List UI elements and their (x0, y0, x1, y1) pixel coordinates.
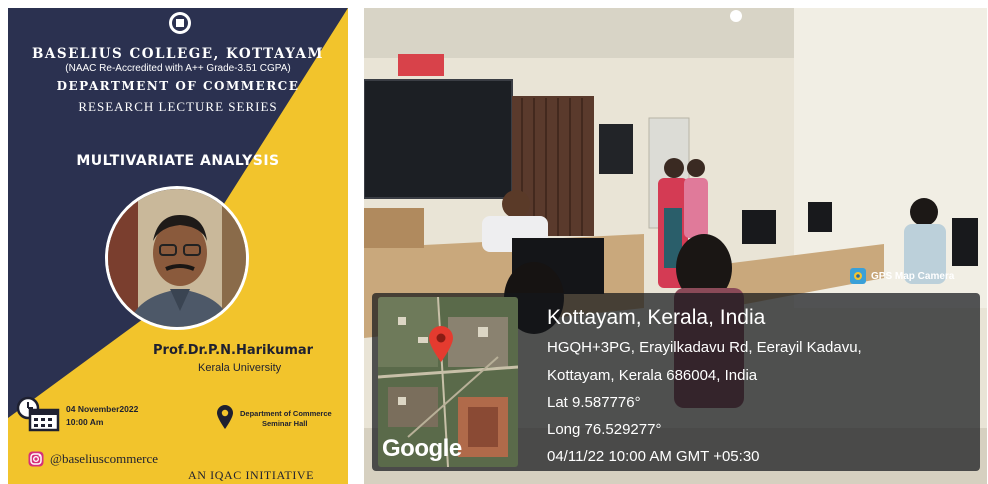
address-line-1: HGQH+3PG, Erayilkadavu Rd, Eerayil Kadav… (547, 339, 862, 356)
address-line-2: Kottayam, Kerala 686004, India (547, 367, 758, 384)
venue-line-1: Department of Commerce (240, 409, 332, 418)
gps-camera-label: GPS Map Camera (871, 270, 955, 282)
gps-camera-badge: GPS Map Camera (850, 268, 954, 284)
location-map: Google (378, 297, 518, 467)
event-time: 10:00 Am (66, 417, 104, 427)
iqac-footer: AN IQAC INITIATIVE (188, 468, 315, 482)
venue-line-2: Seminar Hall (262, 419, 308, 428)
instagram-handle: @baseliuscommerce (50, 451, 158, 466)
speaker-affiliation: Kerala University (198, 362, 282, 374)
college-logo-icon (169, 12, 191, 34)
location-pin-icon (217, 405, 233, 429)
accreditation-text: (NAAC Re-Accredited with A++ Grade-3.51 … (65, 63, 291, 74)
calendar-clock-icon (16, 396, 60, 432)
college-name: BASELIUS COLLEGE, KOTTAYAM (32, 46, 324, 62)
speaker-photo (105, 186, 249, 330)
seminar-hall-photo: GPS Map Camera Google Kottayam, Kerala, … (364, 8, 987, 484)
location-title: Kottayam, Kerala, India (547, 306, 766, 329)
timestamp: 04/11/22 10:00 AM GMT +05:30 (547, 448, 760, 465)
longitude: Long 76.529277° (547, 421, 662, 438)
latitude: Lat 9.587776° (547, 394, 641, 411)
instagram-icon (28, 451, 44, 467)
speaker-name: Prof.Dr.P.N.Harikumar (153, 343, 314, 358)
lecture-series-title: RESEARCH LECTURE SERIES (78, 99, 278, 114)
google-logo: Google (382, 435, 462, 462)
gps-camera-icon (850, 268, 866, 284)
lecture-topic: MULTIVARIATE ANALYSIS (76, 153, 280, 169)
event-poster: BASELIUS COLLEGE, KOTTAYAM (NAAC Re-Accr… (8, 8, 348, 484)
map-pin-icon (429, 326, 453, 362)
department-title: DEPARTMENT OF COMMERCE (56, 79, 300, 93)
event-date: 04 November2022 (66, 404, 139, 414)
location-overlay: Google Kottayam, Kerala, India HGQH+3PG,… (372, 293, 980, 471)
